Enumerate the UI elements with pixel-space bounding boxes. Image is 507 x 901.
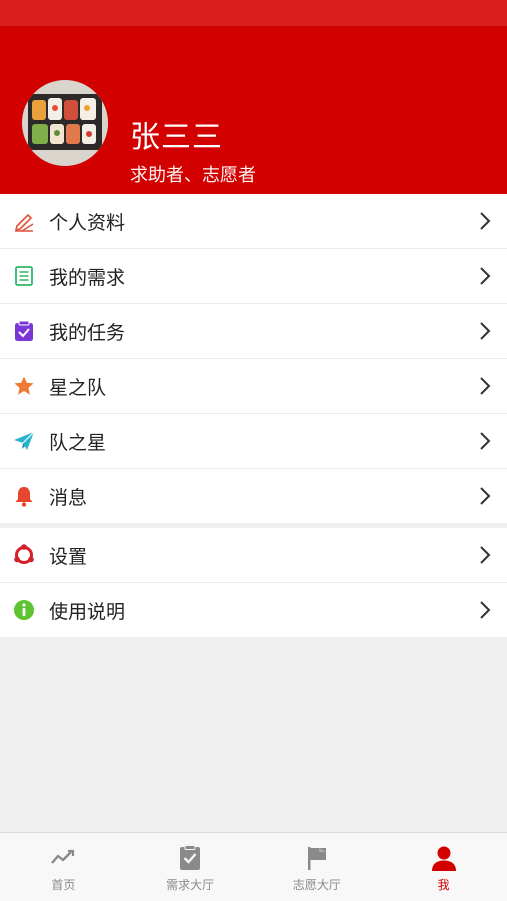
chevron-right-icon — [480, 546, 491, 564]
trend-icon — [51, 849, 75, 864]
chevron-right-icon — [480, 377, 491, 395]
menu-item-star-team[interactable]: 星之队 — [0, 359, 507, 414]
bottom-tab-bar: 首页 需求大厅 志愿大厅 我 — [0, 832, 507, 901]
status-bar — [0, 0, 507, 26]
menu-item-label: 我的任务 — [49, 322, 126, 344]
paper-plane-icon — [14, 431, 35, 450]
tab-home[interactable]: 首页 — [0, 833, 127, 901]
menu-item-messages[interactable]: 消息 — [0, 469, 507, 523]
chevron-right-icon — [480, 432, 491, 450]
menu-item-label: 使用说明 — [49, 601, 126, 623]
bell-icon — [15, 487, 33, 507]
info-icon — [14, 600, 34, 620]
settings-menu: 设置 使用说明 — [0, 528, 507, 637]
task-check-icon — [15, 320, 33, 341]
settings-icon — [14, 544, 34, 564]
menu-item-label: 星之队 — [49, 377, 107, 399]
chevron-right-icon — [480, 322, 491, 340]
tab-label: 我 — [437, 878, 450, 892]
profile-menu: 个人资料 我的需求 我的任务 星之队 队之星 消息 — [0, 194, 507, 523]
tab-label: 志愿大厅 — [292, 878, 341, 892]
menu-item-label: 消息 — [49, 487, 88, 509]
user-name: 张三三 — [130, 120, 223, 155]
menu-item-my-tasks[interactable]: 我的任务 — [0, 304, 507, 359]
menu-item-label: 个人资料 — [49, 212, 126, 234]
chevron-right-icon — [480, 487, 491, 505]
tab-volunteer-hall[interactable]: 志愿大厅 — [254, 833, 381, 901]
menu-item-instructions[interactable]: 使用说明 — [0, 583, 507, 637]
user-roles: 求助者、志愿者 — [130, 165, 256, 186]
chevron-right-icon — [480, 601, 491, 619]
list-icon — [15, 266, 33, 286]
chevron-right-icon — [480, 267, 491, 285]
person-icon — [431, 846, 456, 871]
menu-item-team-star[interactable]: 队之星 — [0, 414, 507, 469]
profile-header: 张三三 求助者、志愿者 — [0, 26, 507, 194]
tab-label: 首页 — [51, 878, 76, 892]
tab-needs-hall[interactable]: 需求大厅 — [127, 833, 254, 901]
tab-label: 需求大厅 — [166, 878, 215, 892]
menu-item-label: 队之星 — [49, 432, 107, 454]
avatar[interactable] — [22, 80, 108, 166]
clipboard-check-icon — [180, 845, 201, 870]
chevron-right-icon — [480, 212, 491, 230]
star-icon — [14, 376, 34, 395]
menu-item-my-needs[interactable]: 我的需求 — [0, 249, 507, 304]
avatar-photo — [22, 80, 108, 166]
flag-icon — [307, 847, 326, 870]
menu-item-label: 我的需求 — [49, 267, 126, 289]
tab-me[interactable]: 我 — [380, 833, 507, 901]
menu-item-settings[interactable]: 设置 — [0, 528, 507, 583]
menu-item-label: 设置 — [49, 546, 88, 568]
menu-item-profile[interactable]: 个人资料 — [0, 194, 507, 249]
pencil-icon — [15, 214, 34, 232]
